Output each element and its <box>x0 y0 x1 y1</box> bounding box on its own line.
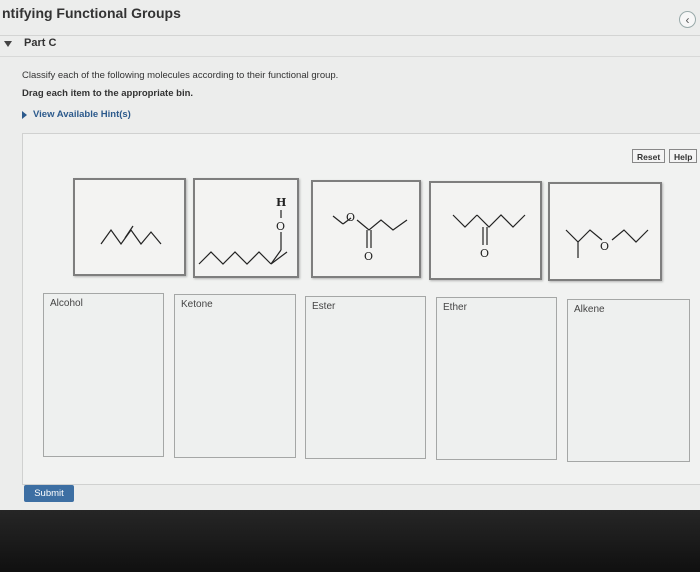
bin-alkene[interactable]: Alkene <box>567 299 690 462</box>
bin-label: Alkene <box>574 304 605 315</box>
molecule-card-1[interactable] <box>73 178 186 276</box>
bin-ketone[interactable]: Ketone <box>174 294 296 458</box>
molecule-2-structure: O H <box>198 196 288 265</box>
bin-label: Ester <box>312 301 336 312</box>
hint-link-label: View Available Hint(s) <box>33 109 131 120</box>
molecule-card-4[interactable]: O <box>429 181 542 280</box>
molecule-3-structure: O O <box>332 211 408 263</box>
caret-down-icon[interactable] <box>4 41 12 47</box>
divider <box>0 35 700 36</box>
molecule-4-structure: O <box>452 214 526 260</box>
molecule-5-structure: O <box>565 229 649 258</box>
submit-button[interactable]: Submit <box>24 485 74 502</box>
bin-alcohol[interactable]: Alcohol <box>43 293 164 457</box>
divider <box>0 56 700 57</box>
reset-button[interactable]: Reset <box>632 149 666 163</box>
atom-label: O <box>364 250 373 263</box>
instructions-bold: Drag each item to the appropriate bin. <box>22 88 194 99</box>
bin-ether[interactable]: Ether <box>436 297 557 460</box>
help-button[interactable]: Help <box>669 149 698 163</box>
molecule-card-5[interactable]: O <box>548 182 662 281</box>
atom-label: O <box>346 211 355 224</box>
bin-ester[interactable]: Ester <box>305 296 426 459</box>
chevron-left-icon: ‹ <box>685 12 690 27</box>
atom-label: H <box>276 196 286 209</box>
bin-label: Ether <box>443 302 467 313</box>
molecule-card-2[interactable]: O H <box>193 178 299 278</box>
molecule-1-structure <box>100 225 162 246</box>
screen-bezel <box>0 510 700 572</box>
hint-link[interactable]: View Available Hint(s) <box>22 109 131 120</box>
atom-label: O <box>480 247 489 260</box>
instructions-text: Classify each of the following molecules… <box>22 70 339 81</box>
bin-label: Ketone <box>181 299 213 310</box>
back-button[interactable]: ‹ <box>679 11 696 28</box>
atom-label: O <box>600 240 609 253</box>
molecule-card-3[interactable]: O O <box>311 180 421 278</box>
part-label[interactable]: Part C <box>24 37 56 49</box>
atom-label: O <box>276 220 285 233</box>
bin-label: Alcohol <box>50 298 83 309</box>
caret-right-icon <box>22 110 27 119</box>
page-title: ntifying Functional Groups <box>2 5 181 21</box>
